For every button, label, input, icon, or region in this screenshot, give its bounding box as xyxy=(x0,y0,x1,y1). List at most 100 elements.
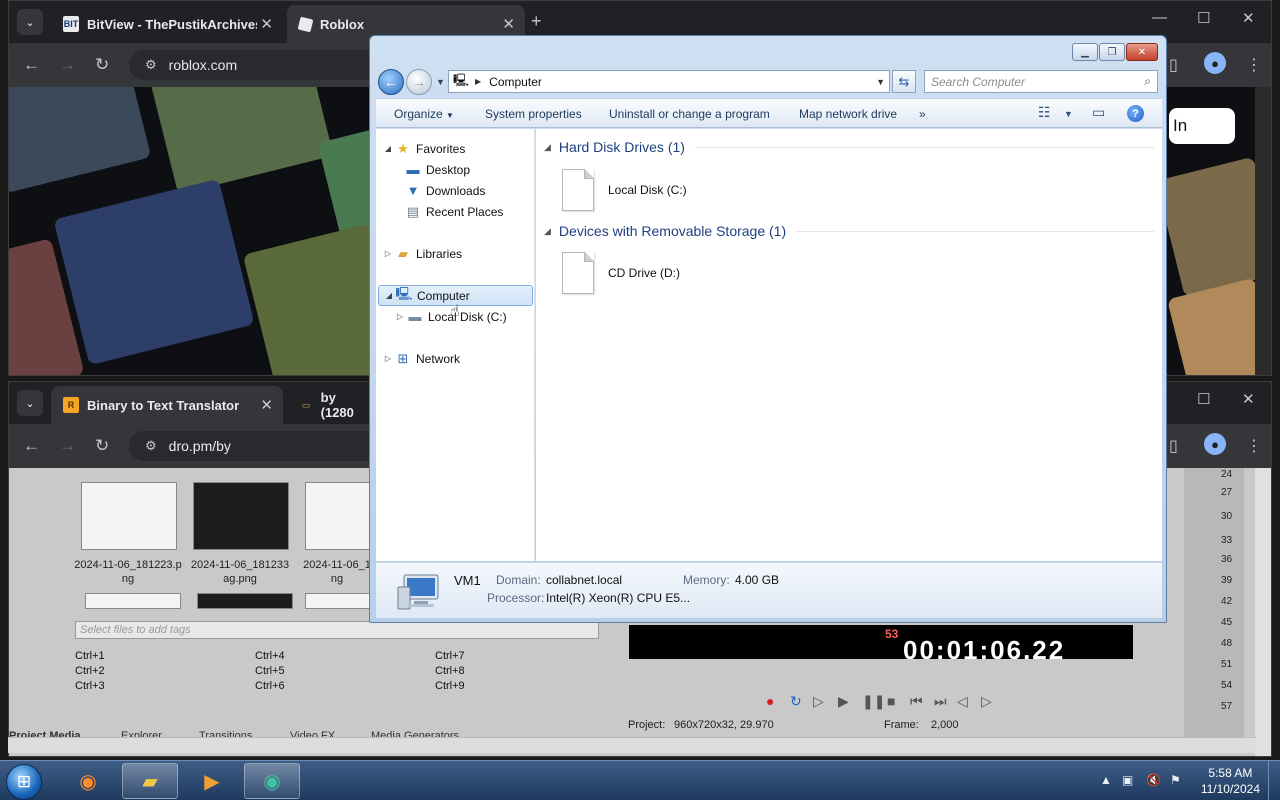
view-dropdown-icon[interactable]: ▼ xyxy=(1064,109,1073,119)
play-icon[interactable]: ▶ xyxy=(838,693,849,710)
site-info-icon[interactable]: ⚙ xyxy=(145,438,157,454)
back-arrow-icon[interactable]: ← xyxy=(23,436,40,456)
collapse-arrow-icon[interactable]: ◢ xyxy=(544,226,551,237)
breadcrumb-separator-icon[interactable]: ▶ xyxy=(475,77,481,86)
profile-avatar-icon[interactable]: ● xyxy=(1204,433,1226,455)
folder-icon: ▰ xyxy=(142,770,158,793)
restore-icon[interactable]: ❐ xyxy=(1099,43,1125,61)
tab-binary-translator[interactable]: R Binary to Text Translator ✕ xyxy=(51,386,283,424)
tab-bitview[interactable]: BIT BitView - ThePustikArchives's C ✕ xyxy=(51,5,283,43)
collapse-arrow-icon[interactable]: ◢ xyxy=(544,142,551,153)
explorer-address-bar[interactable]: 🖳 ▶ Computer ▼ xyxy=(448,70,890,93)
drive-local-disk[interactable]: Local Disk (C:) xyxy=(562,169,687,211)
close-icon[interactable]: ✕ xyxy=(1126,43,1158,61)
expand-arrow-icon[interactable]: ▷ xyxy=(382,354,394,363)
taskbar-media-player[interactable]: ▶ xyxy=(184,763,240,799)
profile-avatar-icon[interactable]: ● xyxy=(1204,52,1226,74)
media-thumbnail[interactable] xyxy=(197,593,293,609)
taskbar-firefox[interactable]: ◉ xyxy=(60,763,116,799)
nav-recent-places[interactable]: ▤ Recent Places xyxy=(404,201,504,222)
taskbar-explorer[interactable]: ▰ xyxy=(122,763,178,799)
prev-marker-icon[interactable]: ⏮ xyxy=(910,693,923,710)
reload-icon[interactable]: ↻ xyxy=(95,436,109,456)
maximize-icon[interactable]: ☐ xyxy=(1197,390,1210,408)
stop-icon[interactable]: ■ xyxy=(887,693,895,709)
close-tab-icon[interactable]: ✕ xyxy=(502,15,515,33)
media-thumbnail[interactable] xyxy=(305,593,375,609)
side-panel-icon[interactable]: ▯ xyxy=(1169,436,1178,456)
network-tray-icon[interactable]: ▣ xyxy=(1122,773,1133,787)
collapse-arrow-icon[interactable]: ◢ xyxy=(383,291,395,300)
scrollbar[interactable] xyxy=(1255,87,1271,375)
site-info-icon[interactable]: ⚙ xyxy=(145,57,157,73)
drive-cd[interactable]: CD Drive (D:) xyxy=(562,252,680,294)
scrollbar[interactable] xyxy=(1255,468,1271,756)
history-dropdown-icon[interactable]: ▼ xyxy=(436,77,445,87)
forward-arrow-icon[interactable]: → xyxy=(59,436,76,456)
help-icon[interactable]: ? xyxy=(1127,105,1144,122)
show-hidden-icons-icon[interactable]: ▲ xyxy=(1100,773,1112,787)
side-panel-icon[interactable]: ▯ xyxy=(1169,55,1178,75)
horizontal-scrollbar[interactable] xyxy=(8,737,1256,753)
address-dropdown-icon[interactable]: ▼ xyxy=(876,77,885,87)
expand-arrow-icon[interactable]: ▷ xyxy=(382,249,394,258)
tab-by[interactable]: ▭ by (1280 xyxy=(287,386,377,424)
change-view-icon[interactable]: ☷ xyxy=(1038,104,1051,121)
volume-muted-icon[interactable]: 🔇 xyxy=(1146,773,1161,787)
prev-frame-icon[interactable]: ◁ xyxy=(957,693,968,710)
forward-arrow-icon[interactable]: → xyxy=(59,55,76,75)
collapse-arrow-icon[interactable]: ◢ xyxy=(382,144,394,153)
expand-arrow-icon[interactable]: ▷ xyxy=(394,312,406,321)
next-frame-icon[interactable]: ▷ xyxy=(981,693,992,710)
tab-search-button[interactable]: ⌄ xyxy=(17,390,43,416)
media-thumbnail[interactable] xyxy=(81,482,177,550)
menu-kebab-icon[interactable]: ⋮ xyxy=(1246,55,1262,75)
tag-input[interactable]: Select files to add tags xyxy=(75,621,599,639)
nav-desktop[interactable]: ▬ Desktop xyxy=(404,159,471,180)
close-tab-icon[interactable]: ✕ xyxy=(260,15,273,33)
action-center-icon[interactable]: ⚑ xyxy=(1170,773,1181,787)
close-tab-icon[interactable]: ✕ xyxy=(260,396,273,414)
pause-icon[interactable]: ❚❚ xyxy=(862,693,885,710)
nav-libraries[interactable]: ▷ ▰ Libraries xyxy=(382,243,462,264)
system-properties-button[interactable]: System properties xyxy=(485,107,582,121)
close-window-icon[interactable]: ✕ xyxy=(1242,390,1255,408)
media-thumbnail[interactable] xyxy=(193,482,289,550)
uninstall-program-button[interactable]: Uninstall or change a program xyxy=(609,107,770,121)
nav-network[interactable]: ▷ ⊞ Network xyxy=(382,348,460,369)
organize-button[interactable]: Organize ▼ xyxy=(394,107,454,121)
more-commands-button[interactable]: » xyxy=(919,107,926,121)
loop-icon[interactable]: ↻ xyxy=(790,693,802,710)
clock[interactable]: 5:58 AM 11/10/2024 xyxy=(1201,765,1260,797)
back-arrow-icon[interactable]: ← xyxy=(23,55,40,75)
group-header-removable[interactable]: ◢ Devices with Removable Storage (1) xyxy=(544,223,1154,239)
nav-downloads[interactable]: ▼ Downloads xyxy=(404,180,486,201)
refresh-button[interactable]: ⇆ xyxy=(892,70,916,93)
preview-pane-icon[interactable]: ▭ xyxy=(1092,104,1105,121)
close-window-icon[interactable]: ✕ xyxy=(1242,9,1255,27)
forward-button[interactable]: → xyxy=(406,69,432,95)
new-tab-button[interactable]: + xyxy=(531,11,542,32)
back-button[interactable]: ← xyxy=(378,69,404,95)
maximize-icon[interactable]: ☐ xyxy=(1197,9,1210,27)
menu-kebab-icon[interactable]: ⋮ xyxy=(1246,436,1262,456)
search-icon[interactable]: ⌕ xyxy=(1144,74,1151,89)
nav-favorites[interactable]: ◢ ★ Favorites xyxy=(382,138,465,159)
minimize-icon[interactable]: ▁ xyxy=(1072,43,1098,61)
record-icon[interactable]: ● xyxy=(766,693,774,709)
breadcrumb-computer[interactable]: Computer xyxy=(489,75,542,89)
search-input[interactable] xyxy=(925,71,1125,92)
next-marker-icon[interactable]: ⏭ xyxy=(934,693,947,710)
group-header-hard-disks[interactable]: ◢ Hard Disk Drives (1) xyxy=(544,139,1154,155)
start-button[interactable]: ⊞ xyxy=(6,764,42,800)
media-thumbnail[interactable] xyxy=(85,593,181,609)
minimize-icon[interactable]: — xyxy=(1152,9,1167,26)
play-from-start-icon[interactable]: ▷ xyxy=(813,693,824,710)
media-thumbnail[interactable] xyxy=(305,482,375,550)
map-network-drive-button[interactable]: Map network drive xyxy=(799,107,897,121)
reload-icon[interactable]: ↻ xyxy=(95,55,109,75)
sign-in-button[interactable]: In xyxy=(1169,108,1235,144)
tab-search-button[interactable]: ⌄ xyxy=(17,9,43,35)
show-desktop-button[interactable] xyxy=(1268,761,1280,800)
taskbar-chrome[interactable]: ◉ xyxy=(244,763,300,799)
